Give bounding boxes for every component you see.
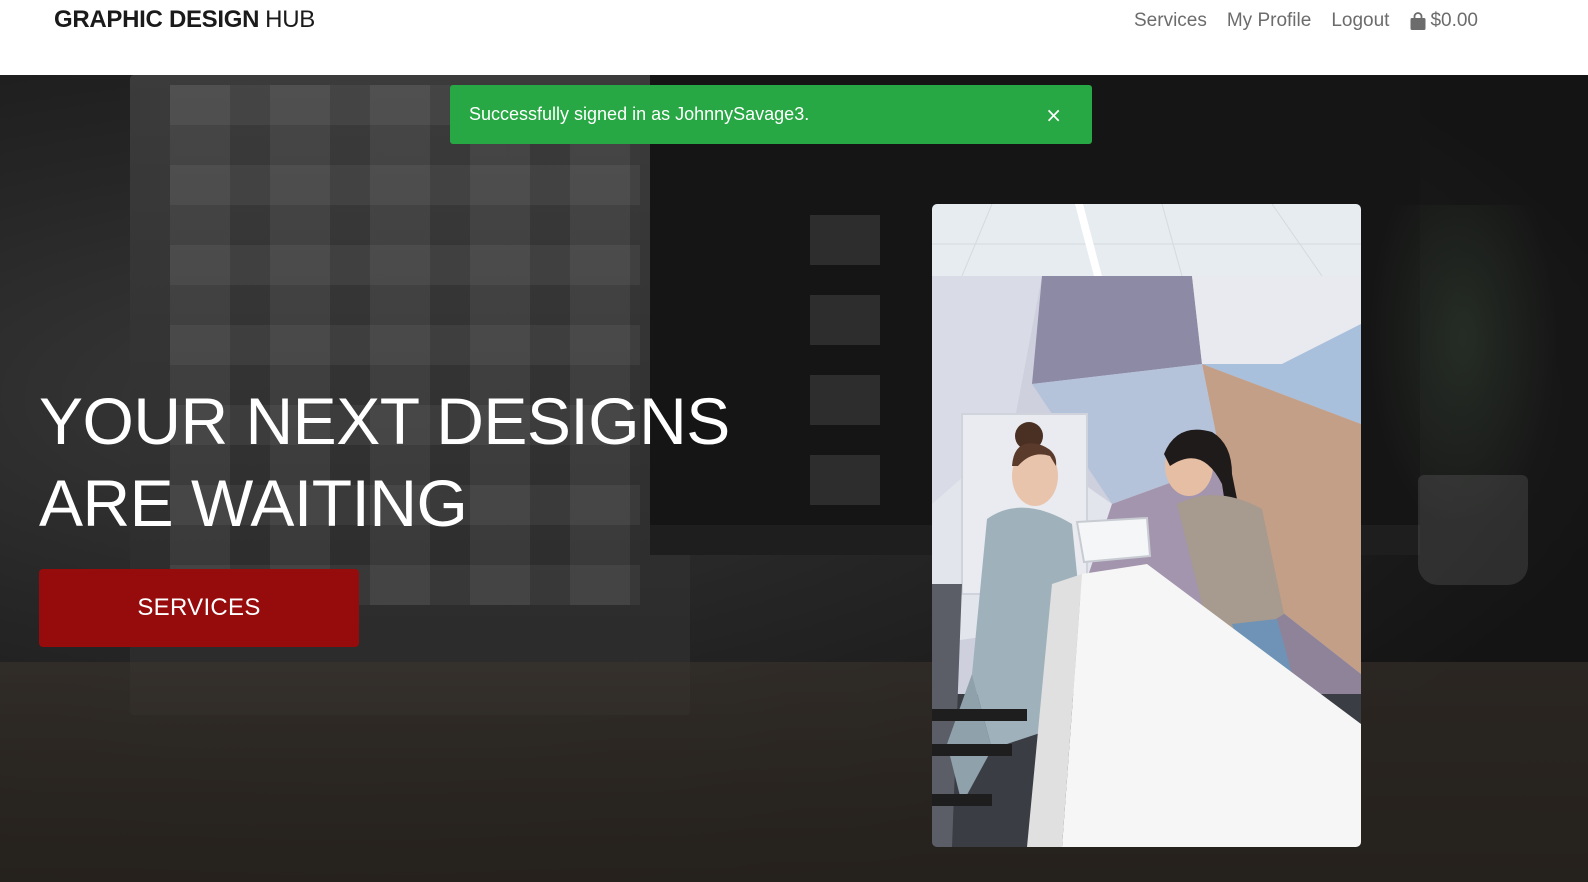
nav-link-my-profile[interactable]: My Profile (1227, 10, 1311, 32)
hero-section: YOUR NEXT DESIGNS ARE WAITING SERVICES (0, 75, 1588, 882)
background-pot (1418, 475, 1528, 585)
main-nav: Services My Profile Logout $0.00 (1134, 10, 1478, 32)
navbar: GRAPHIC DESIGN HUB Services My Profile Lo… (0, 0, 1588, 75)
brand-name-light: HUB (265, 6, 315, 33)
brand-name-bold: GRAPHIC DESIGN (54, 6, 260, 33)
shopping-bag-icon (1409, 11, 1427, 31)
brand-logo[interactable]: GRAPHIC DESIGN HUB (54, 6, 315, 34)
hero-title: YOUR NEXT DESIGNS ARE WAITING (39, 380, 799, 544)
success-alert: Successfully signed in as JohnnySavage3.… (450, 85, 1092, 144)
services-button[interactable]: SERVICES (39, 569, 359, 647)
alert-message: Successfully signed in as JohnnySavage3. (469, 104, 810, 124)
cart-total: $0.00 (1430, 10, 1478, 31)
hero-title-line-1: YOUR NEXT DESIGNS (39, 384, 730, 458)
hero-title-line-2: ARE WAITING (39, 466, 468, 540)
hero-photo (932, 204, 1361, 847)
alert-close-button[interactable]: × (1041, 101, 1066, 129)
nav-link-logout[interactable]: Logout (1331, 10, 1389, 32)
nav-link-services[interactable]: Services (1134, 10, 1207, 32)
cart-link[interactable]: $0.00 (1409, 10, 1478, 32)
